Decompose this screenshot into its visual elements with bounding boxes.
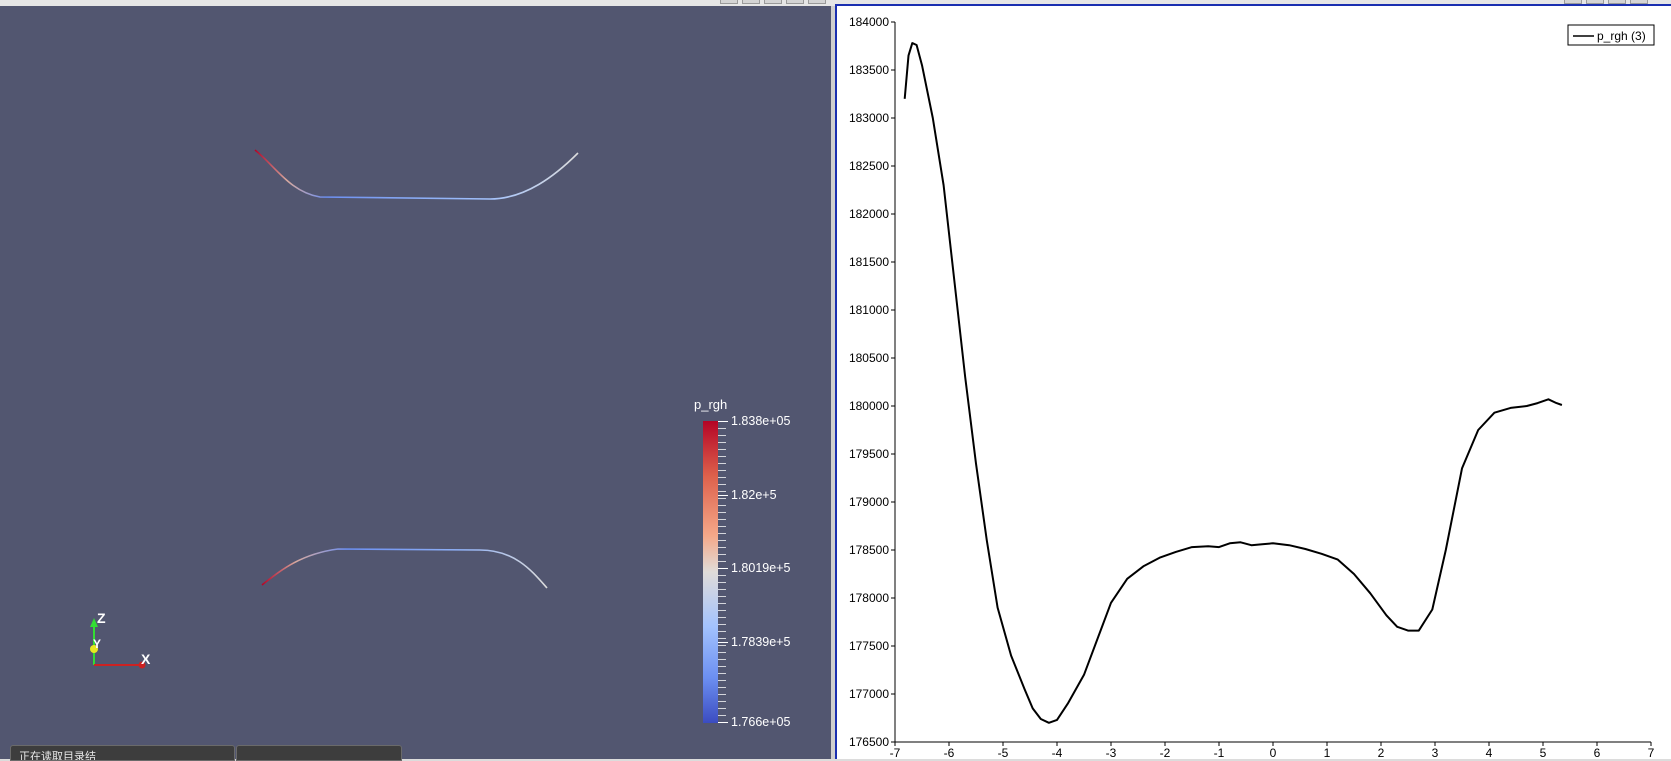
y-tick-label: 182500 [849,159,889,173]
series-layer [903,42,1563,724]
y-tick-label: 180500 [849,351,889,365]
color-legend-major-tick [718,568,728,569]
y-tick-label: 184000 [849,15,889,29]
y-tick-label: 181500 [849,255,889,269]
color-legend-label: 1.8019e+5 [731,561,791,575]
streamline-bottom [261,548,548,589]
view-toolbar-button[interactable] [786,0,804,4]
x-tick-label: -6 [944,746,955,759]
color-legend-label: 1.82e+5 [731,488,777,502]
x-tick-label: 2 [1378,746,1385,759]
color-legend-ticks [718,421,726,723]
color-legend-title: p_rgh [694,397,728,412]
x-tick-label: 7 [1648,746,1655,759]
y-tick-label: 183000 [849,111,889,125]
view-toolbar-button[interactable] [808,0,826,4]
x-tick-label: -1 [1214,746,1225,759]
render-view[interactable]: Z Y X p_rgh 1.838e+05 1.82e+5 1.8019e+5 … [0,6,831,759]
x-tick-label: 6 [1594,746,1601,759]
color-legend-label-max: 1.838e+05 [731,414,791,428]
x-axis-ticks: -7 -6 -5 -4 -3 -2 -1 0 1 2 3 4 5 6 7 [890,742,1655,759]
x-tick-label: -5 [998,746,1009,759]
y-tick-label: 178500 [849,543,889,557]
x-tick-label: 3 [1432,746,1439,759]
color-legend-label: 1.7839e+5 [731,635,791,649]
axis-z-label: Z [97,610,106,626]
view-toolbar-button[interactable] [720,0,738,4]
axis-x-label: X [141,651,151,667]
color-legend-major-tick [718,495,728,496]
y-tick-label: 177000 [849,687,889,701]
color-legend-bar[interactable] [703,421,718,723]
x-tick-label: -3 [1106,746,1117,759]
x-tick-label: -4 [1052,746,1063,759]
y-tick-label: 179000 [849,495,889,509]
chart-legend: p_rgh (3) [1567,24,1655,46]
y-tick-label: 183500 [849,63,889,77]
x-tick-label: 5 [1540,746,1547,759]
color-legend-major-tick [718,722,728,723]
x-tick-label: -2 [1160,746,1171,759]
x-tick-label: 1 [1324,746,1331,759]
x-tick-label: 4 [1486,746,1493,759]
line-chart-view[interactable]: 184000 183500 183000 182500 182000 181500 1810… [835,4,1671,759]
view-toolbar-button[interactable] [764,0,782,4]
y-tick-label: 182000 [849,207,889,221]
y-tick-label: 180000 [849,399,889,413]
streamline-top [254,149,579,200]
series-line-p-rgh-3 [903,42,1563,724]
y-tick-label: 179500 [849,447,889,461]
y-tick-label: 177500 [849,639,889,653]
y-tick-label: 181000 [849,303,889,317]
color-legend-label-min: 1.766e+05 [731,715,791,729]
legend-label-p-rgh-3: p_rgh (3) [1597,29,1646,43]
line-chart[interactable]: 184000 183500 183000 182500 182000 181500 1810… [837,6,1671,759]
y-axis-ticks: 184000 183500 183000 182500 182000 181500 1810… [849,15,895,749]
y-tick-label: 178000 [849,591,889,605]
view-toolbar-button[interactable] [742,0,760,4]
x-tick-label: 0 [1270,746,1277,759]
color-legend-major-tick [718,642,728,643]
color-legend-major-tick [718,421,728,422]
x-tick-label: -7 [890,746,901,759]
y-tick-label: 176500 [849,735,889,749]
axis-y-label: Y [93,637,102,651]
